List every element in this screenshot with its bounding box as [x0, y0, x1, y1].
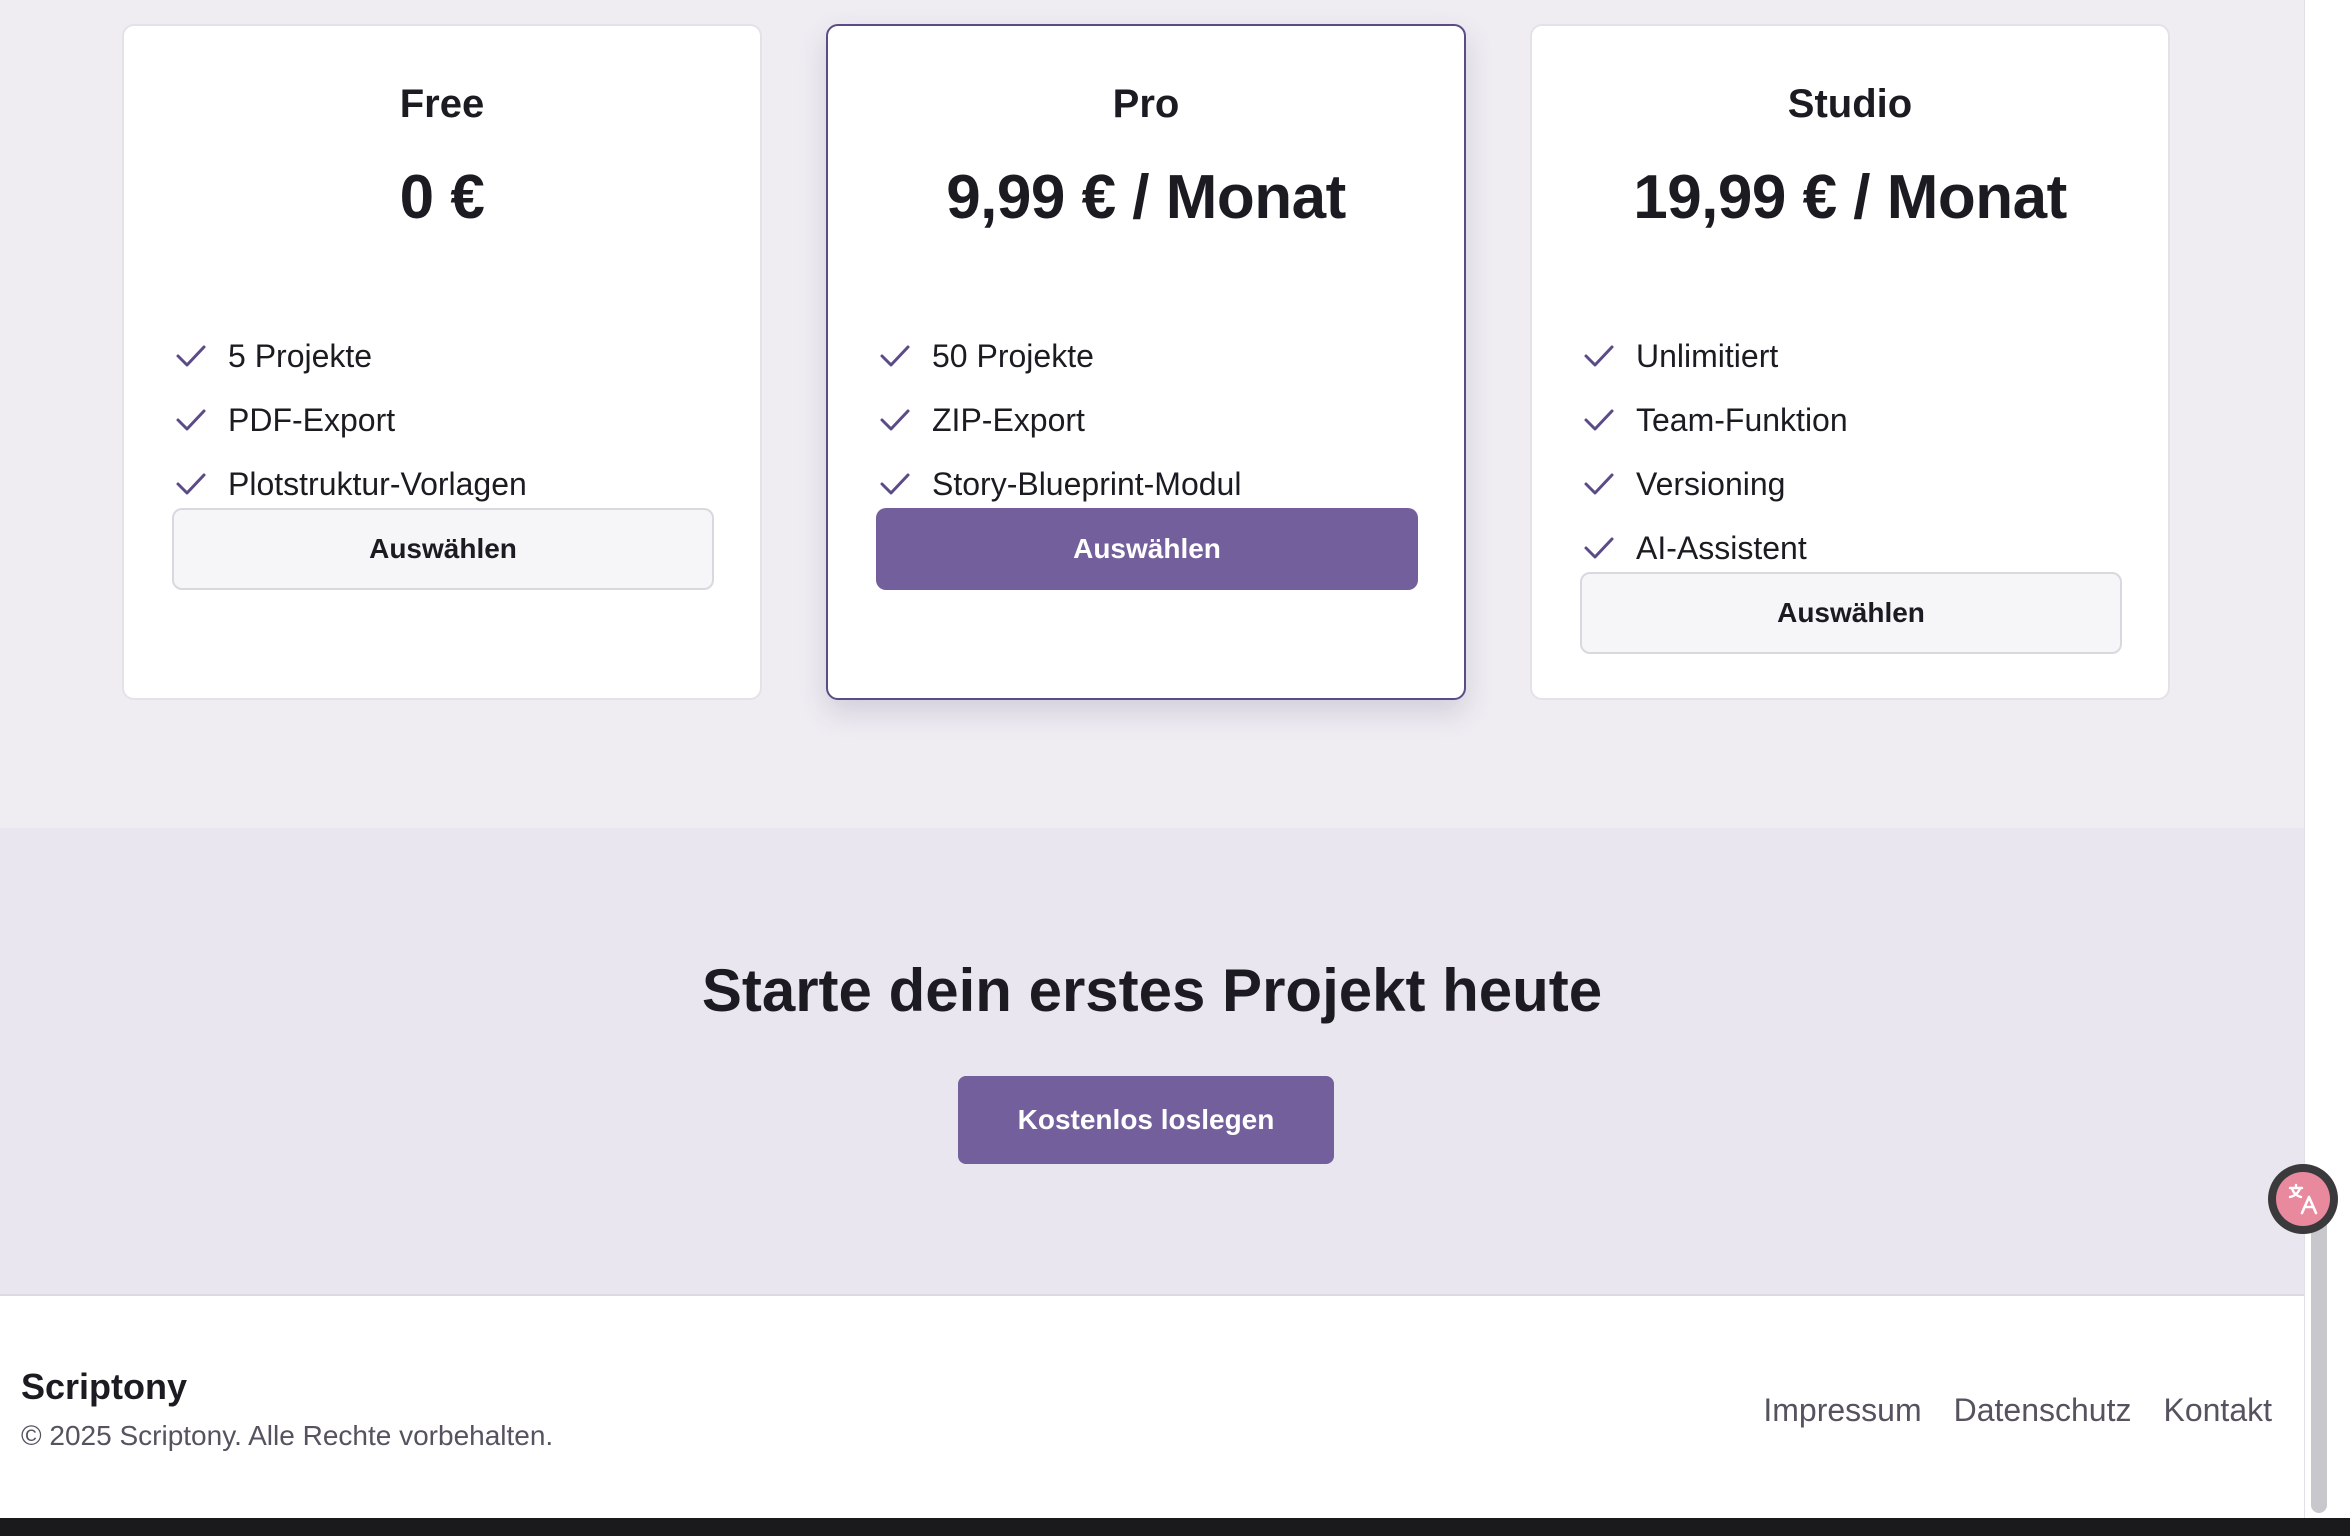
- feature-list: Unlimitiert Team-Funktion Versioning AI-…: [1582, 324, 2120, 580]
- feature-label: AI-Assistent: [1636, 529, 1807, 566]
- check-icon: [174, 405, 208, 435]
- feature-list: 50 Projekte ZIP-Export Story-Blueprint-M…: [878, 324, 1416, 516]
- plan-price: 9,99 € / Monat: [946, 163, 1346, 232]
- plan-name: Pro: [1112, 82, 1180, 126]
- check-icon: [878, 469, 912, 499]
- feature-item: Unlimitiert: [1582, 324, 2120, 388]
- plan-price: 0 €: [399, 163, 485, 232]
- feature-list: 5 Projekte PDF-Export Plotstruktur-Vorla…: [174, 324, 712, 516]
- cta-section: Starte dein erstes Projekt heute Kostenl…: [0, 828, 2304, 1294]
- footer-link-impressum[interactable]: Impressum: [1763, 1392, 1921, 1429]
- feature-label: Story-Blueprint-Modul: [932, 465, 1242, 502]
- feature-item: Team-Funktion: [1582, 388, 2120, 452]
- scrollbar-thumb[interactable]: [2311, 1195, 2327, 1513]
- feature-label: ZIP-Export: [932, 401, 1085, 438]
- feature-label: PDF-Export: [228, 401, 396, 438]
- feature-label: Team-Funktion: [1636, 401, 1848, 438]
- feature-item: AI-Assistent: [1582, 516, 2120, 580]
- select-pro-button[interactable]: Auswählen: [876, 508, 1418, 590]
- select-studio-button[interactable]: Auswählen: [1580, 572, 2122, 654]
- feature-item: Versioning: [1582, 452, 2120, 516]
- translate-icon: [2276, 1172, 2330, 1226]
- plan-name: Studio: [1787, 82, 1913, 126]
- feature-item: Plotstruktur-Vorlagen: [174, 452, 712, 516]
- window-bottom-edge: [0, 1518, 2350, 1536]
- check-icon: [1582, 533, 1616, 563]
- plan-price: 19,99 € / Monat: [1633, 163, 2067, 232]
- footer-link-kontakt[interactable]: Kontakt: [2163, 1392, 2272, 1429]
- check-icon: [1582, 405, 1616, 435]
- feature-label: 5 Projekte: [228, 337, 373, 374]
- feature-item: PDF-Export: [174, 388, 712, 452]
- feature-label: 50 Projekte: [932, 337, 1094, 374]
- cta-title: Starte dein erstes Projekt heute: [701, 957, 1603, 1024]
- check-icon: [1582, 341, 1616, 371]
- check-icon: [878, 405, 912, 435]
- check-icon: [1582, 469, 1616, 499]
- feature-item: 5 Projekte: [174, 324, 712, 388]
- page-viewport: Free 0 € 5 Projekte PDF-Export Plotstruk…: [0, 0, 2304, 1518]
- plan-card-free: Free 0 € 5 Projekte PDF-Export Plotstruk…: [122, 24, 762, 700]
- footer: Scriptony © 2025 Scriptony. Alle Rechte …: [0, 1294, 2304, 1518]
- feature-item: Story-Blueprint-Modul: [878, 452, 1416, 516]
- footer-copyright: © 2025 Scriptony. Alle Rechte vorbehalte…: [21, 1420, 554, 1451]
- select-free-button[interactable]: Auswählen: [172, 508, 714, 590]
- feature-item: ZIP-Export: [878, 388, 1416, 452]
- plan-card-pro: Pro 9,99 € / Monat 50 Projekte ZIP-Expor…: [826, 24, 1466, 700]
- footer-link-datenschutz[interactable]: Datenschutz: [1954, 1392, 2132, 1429]
- plan-card-studio: Studio 19,99 € / Monat Unlimitiert Team-…: [1530, 24, 2170, 700]
- feature-item: 50 Projekte: [878, 324, 1416, 388]
- plan-name: Free: [399, 82, 485, 126]
- feature-label: Unlimitiert: [1636, 337, 1779, 374]
- get-started-button[interactable]: Kostenlos loslegen: [958, 1076, 1334, 1164]
- feature-label: Versioning: [1636, 465, 1786, 502]
- check-icon: [878, 341, 912, 371]
- footer-brand: Scriptony: [21, 1366, 188, 1407]
- check-icon: [174, 469, 208, 499]
- footer-nav: Impressum Datenschutz Kontakt: [1763, 1392, 2272, 1429]
- pricing-section: Free 0 € 5 Projekte PDF-Export Plotstruk…: [0, 0, 2304, 828]
- check-icon: [174, 341, 208, 371]
- translate-button[interactable]: [2268, 1164, 2338, 1234]
- feature-label: Plotstruktur-Vorlagen: [228, 465, 527, 502]
